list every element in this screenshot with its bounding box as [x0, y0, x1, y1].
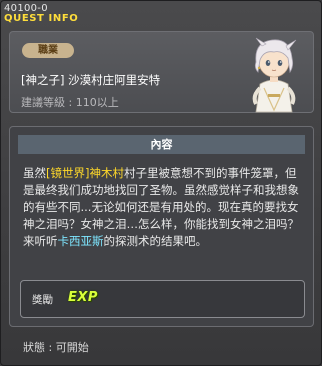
level-label: 建議等級 : — [21, 96, 76, 109]
reward-box: 獎勵 EXP — [20, 280, 305, 318]
quest-header-panel: 職業 [神之子] 沙漠村庄阿里安特 建議等級 : 110以上 — [9, 31, 314, 113]
content-header: 內容 — [18, 135, 305, 154]
description-segment: 虽然 — [23, 166, 46, 180]
description-segment: 卡西亚斯 — [57, 234, 104, 248]
description-segment: 的探测术的结果吧。 — [103, 234, 208, 248]
quest-status: 狀態 : 可開始 — [23, 339, 89, 355]
quest-info-window: 40100-0 QUEST INFO 職業 [神之子] 沙漠村庄阿里安特 建議等… — [0, 0, 322, 366]
job-badge: 職業 — [22, 43, 74, 58]
npc-name: [神之子] 沙漠村庄阿里安特 — [21, 73, 161, 87]
exp-icon: EXP — [68, 290, 98, 305]
status-value: 可開始 — [55, 341, 89, 354]
npc-portrait-icon — [242, 32, 306, 114]
status-label: 狀態 : — [23, 341, 56, 354]
quest-description: 虽然[镜世界]神木村村子里被意想不到的事件笼罩，但是最终我们成功地找回了圣物。虽… — [23, 165, 303, 250]
reward-label: 獎勵 — [32, 294, 53, 306]
window-title: QUEST INFO — [4, 13, 79, 24]
recommended-level: 建議等級 : 110以上 — [21, 94, 119, 110]
level-value: 110以上 — [75, 96, 119, 109]
description-segment: [镜世界]神木村 — [46, 166, 124, 180]
